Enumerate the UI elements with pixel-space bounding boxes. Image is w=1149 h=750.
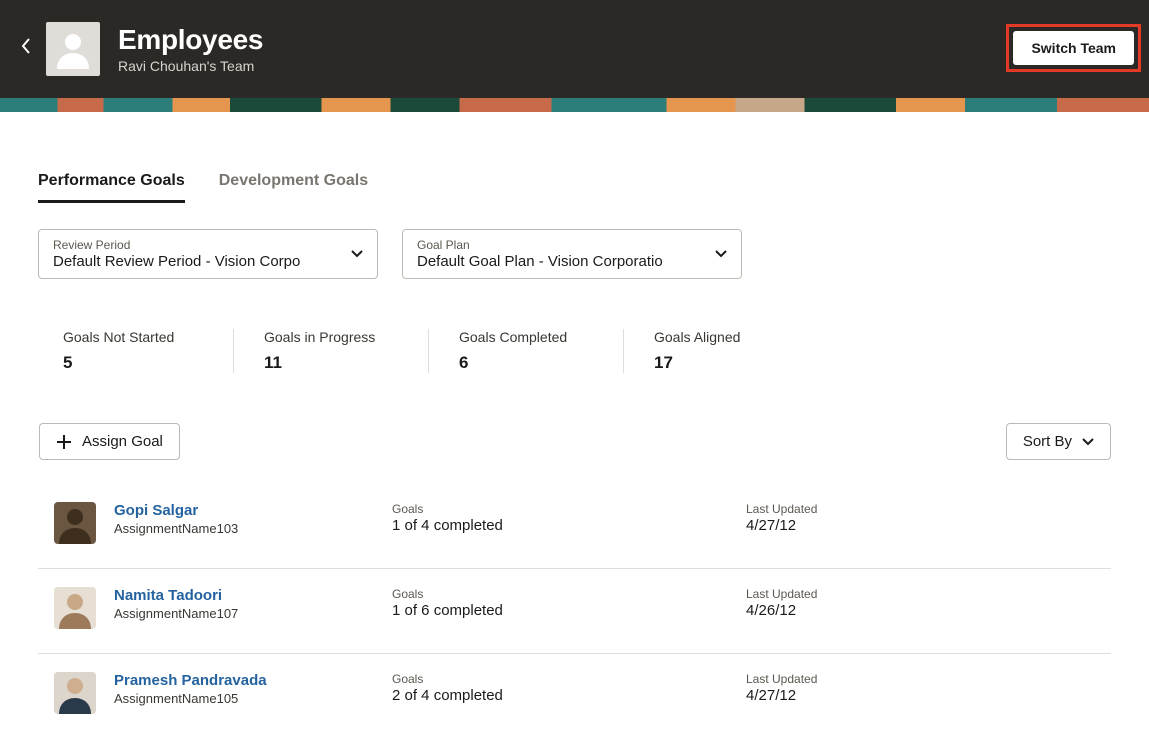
- last-updated-value: 4/26/12: [746, 602, 817, 619]
- title-block: Employees Ravi Chouhan's Team: [118, 24, 263, 74]
- metric-goals-aligned: Goals Aligned 17: [623, 329, 818, 373]
- tab-development-goals[interactable]: Development Goals: [219, 172, 368, 203]
- goals-column-label: Goals: [392, 672, 746, 686]
- last-updated-label: Last Updated: [746, 502, 817, 516]
- employee-list: Gopi Salgar AssignmentName103 Goals 1 of…: [38, 484, 1111, 738]
- employee-name-link[interactable]: Gopi Salgar: [114, 502, 392, 519]
- metrics-bar: Goals Not Started 5 Goals in Progress 11…: [38, 329, 1111, 373]
- employee-assignment: AssignmentName107: [114, 606, 392, 621]
- metric-goals-completed: Goals Completed 6: [428, 329, 623, 373]
- goals-column-label: Goals: [392, 587, 746, 601]
- goals-progress-text: 1 of 6 completed: [392, 602, 746, 619]
- metric-goals-in-progress: Goals in Progress 11: [233, 329, 428, 373]
- page-title: Employees: [118, 24, 263, 56]
- sort-by-button[interactable]: Sort By: [1006, 423, 1111, 460]
- page-header: Employees Ravi Chouhan's Team Switch Tea…: [0, 0, 1149, 98]
- metric-goals-not-started: Goals Not Started 5: [38, 329, 233, 373]
- employee-row: Namita Tadoori AssignmentName107 Goals 1…: [38, 569, 1111, 654]
- employee-name-link[interactable]: Namita Tadoori: [114, 587, 392, 604]
- metric-label: Goals Completed: [459, 329, 593, 345]
- employee-row: Pramesh Pandravada AssignmentName105 Goa…: [38, 654, 1111, 738]
- assign-goal-label: Assign Goal: [82, 433, 163, 450]
- review-period-select[interactable]: Review Period Default Review Period - Vi…: [38, 229, 378, 279]
- metric-label: Goals in Progress: [264, 329, 398, 345]
- switch-team-highlight: Switch Team: [1006, 24, 1141, 72]
- person-icon: [53, 29, 93, 69]
- back-button[interactable]: [20, 36, 32, 56]
- plus-icon: [56, 434, 72, 450]
- team-avatar: [46, 22, 100, 76]
- decorative-banner: [0, 98, 1149, 112]
- review-period-value: Default Review Period - Vision Corpo: [53, 253, 339, 270]
- review-period-label: Review Period: [53, 238, 339, 252]
- goals-progress-text: 1 of 4 completed: [392, 517, 746, 534]
- sort-by-label: Sort By: [1023, 433, 1072, 450]
- chevron-left-icon: [21, 38, 31, 54]
- goal-plan-value: Default Goal Plan - Vision Corporatio: [417, 253, 703, 270]
- chevron-down-icon: [351, 245, 363, 263]
- metric-value: 5: [63, 353, 203, 373]
- metric-value: 11: [264, 353, 398, 373]
- metric-value: 6: [459, 353, 593, 373]
- employee-photo: [54, 502, 96, 544]
- chevron-down-icon: [715, 245, 727, 263]
- chevron-down-icon: [1082, 438, 1094, 446]
- page-subtitle: Ravi Chouhan's Team: [118, 58, 263, 74]
- goals-progress-text: 2 of 4 completed: [392, 687, 746, 704]
- metric-label: Goals Aligned: [654, 329, 788, 345]
- employee-assignment: AssignmentName103: [114, 521, 392, 536]
- last-updated-value: 4/27/12: [746, 687, 817, 704]
- goals-column-label: Goals: [392, 502, 746, 516]
- switch-team-button[interactable]: Switch Team: [1013, 31, 1134, 65]
- employee-assignment: AssignmentName105: [114, 691, 392, 706]
- metric-label: Goals Not Started: [63, 329, 203, 345]
- employee-photo: [54, 587, 96, 629]
- metric-value: 17: [654, 353, 788, 373]
- goal-plan-select[interactable]: Goal Plan Default Goal Plan - Vision Cor…: [402, 229, 742, 279]
- last-updated-value: 4/27/12: [746, 517, 817, 534]
- goals-tabs: Performance Goals Development Goals: [38, 172, 1111, 203]
- goal-plan-label: Goal Plan: [417, 238, 703, 252]
- assign-goal-button[interactable]: Assign Goal: [39, 423, 180, 460]
- employee-row: Gopi Salgar AssignmentName103 Goals 1 of…: [38, 484, 1111, 569]
- tab-performance-goals[interactable]: Performance Goals: [38, 172, 185, 203]
- last-updated-label: Last Updated: [746, 672, 817, 686]
- last-updated-label: Last Updated: [746, 587, 817, 601]
- employee-photo: [54, 672, 96, 714]
- employee-name-link[interactable]: Pramesh Pandravada: [114, 672, 392, 689]
